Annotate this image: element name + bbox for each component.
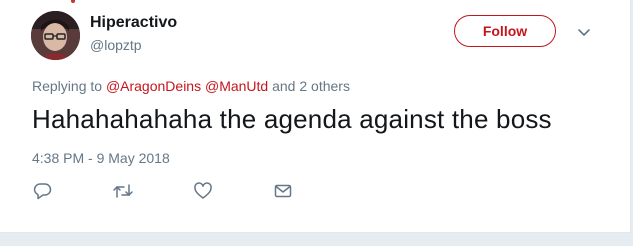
mention-link[interactable]: @AragonDeins xyxy=(106,78,201,94)
follow-button[interactable]: Follow xyxy=(454,15,556,47)
reply-icon[interactable] xyxy=(33,182,53,200)
avatar-image xyxy=(31,11,80,60)
display-name[interactable]: Hiperactivo xyxy=(90,14,177,32)
retweet-icon[interactable] xyxy=(112,182,134,200)
reply-context: Replying to @AragonDeins @ManUtd and 2 o… xyxy=(32,78,350,94)
user-handle[interactable]: @lopztp xyxy=(90,37,142,53)
tweet-text: Hahahahahaha the agenda against the boss xyxy=(32,104,552,134)
chevron-down-icon[interactable] xyxy=(575,26,593,40)
top-marker xyxy=(71,0,75,3)
tweet-card: Hiperactivo @lopztp Follow Replying to @… xyxy=(0,0,631,233)
tweet-timestamp[interactable]: 4:38 PM - 9 May 2018 xyxy=(32,150,170,166)
direct-message-icon[interactable] xyxy=(273,182,293,200)
reply-suffix[interactable]: and 2 others xyxy=(272,78,350,94)
like-icon[interactable] xyxy=(193,182,213,200)
avatar[interactable] xyxy=(31,11,80,60)
mention-link[interactable]: @ManUtd xyxy=(205,78,268,94)
reply-prefix: Replying to xyxy=(32,78,103,94)
